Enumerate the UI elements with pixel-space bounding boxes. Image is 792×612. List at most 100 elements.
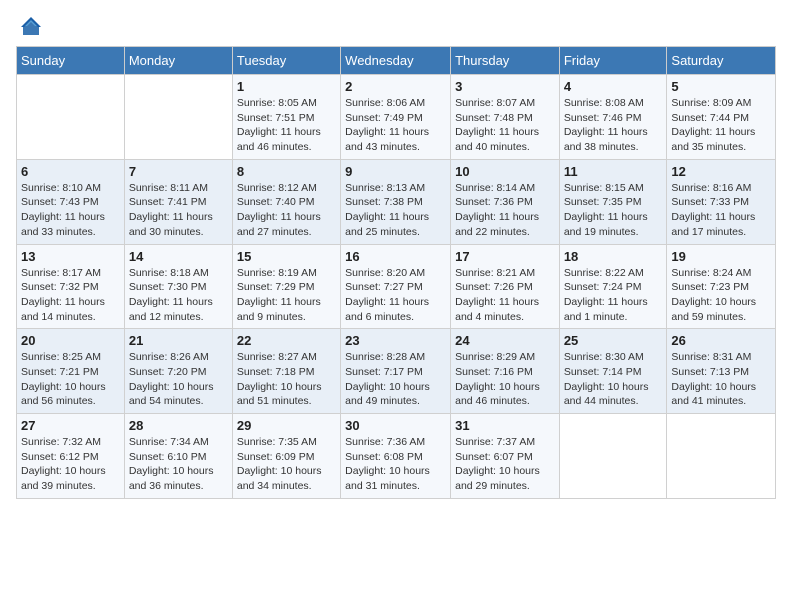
calendar-cell: 27 Sunrise: 7:32 AM Sunset: 6:12 PM Dayli…	[17, 414, 125, 499]
day-number: 15	[237, 249, 336, 264]
calendar-cell: 7 Sunrise: 8:11 AM Sunset: 7:41 PM Daylig…	[124, 159, 232, 244]
day-number: 6	[21, 164, 120, 179]
day-number: 31	[455, 418, 555, 433]
day-number: 19	[671, 249, 771, 264]
week-row-5: 27 Sunrise: 7:32 AM Sunset: 6:12 PM Dayli…	[17, 414, 776, 499]
calendar-cell: 3 Sunrise: 8:07 AM Sunset: 7:48 PM Daylig…	[451, 75, 560, 160]
calendar-cell	[559, 414, 667, 499]
calendar-cell: 28 Sunrise: 7:34 AM Sunset: 6:10 PM Dayli…	[124, 414, 232, 499]
calendar-cell: 15Sunrise: 8:19 AM Sunset: 7:29 PM Dayli…	[232, 244, 340, 329]
day-number: 3	[455, 79, 555, 94]
day-number: 4	[564, 79, 663, 94]
day-number: 29	[237, 418, 336, 433]
day-details: Sunrise: 8:07 AM Sunset: 7:48 PM Dayligh…	[455, 96, 555, 155]
day-number: 10	[455, 164, 555, 179]
calendar-cell: 2 Sunrise: 8:06 AM Sunset: 7:49 PM Daylig…	[341, 75, 451, 160]
calendar-cell: 16Sunrise: 8:20 AM Sunset: 7:27 PM Dayli…	[341, 244, 451, 329]
day-number: 7	[129, 164, 228, 179]
calendar-cell	[667, 414, 776, 499]
day-number: 11	[564, 164, 663, 179]
logo-icon	[20, 16, 42, 38]
day-details: Sunrise: 8:22 AM Sunset: 7:24 PM Dayligh…	[564, 266, 663, 325]
day-number: 27	[21, 418, 120, 433]
day-details: Sunrise: 8:24 AM Sunset: 7:23 PM Dayligh…	[671, 266, 771, 325]
day-details: Sunrise: 8:11 AM Sunset: 7:41 PM Dayligh…	[129, 181, 228, 240]
calendar-cell: 19 Sunrise: 8:24 AM Sunset: 7:23 PM Dayli…	[667, 244, 776, 329]
day-number: 24	[455, 333, 555, 348]
weekday-header-saturday: Saturday	[667, 47, 776, 75]
week-row-2: 6 Sunrise: 8:10 AM Sunset: 7:43 PM Daylig…	[17, 159, 776, 244]
day-details: Sunrise: 7:36 AM Sunset: 6:08 PM Dayligh…	[345, 435, 446, 494]
calendar-cell: 21Sunrise: 8:26 AM Sunset: 7:20 PM Dayli…	[124, 329, 232, 414]
week-row-3: 13 Sunrise: 8:17 AM Sunset: 7:32 PM Dayli…	[17, 244, 776, 329]
calendar-cell	[124, 75, 232, 160]
day-details: Sunrise: 7:34 AM Sunset: 6:10 PM Dayligh…	[129, 435, 228, 494]
day-number: 9	[345, 164, 446, 179]
day-details: Sunrise: 8:29 AM Sunset: 7:16 PM Dayligh…	[455, 350, 555, 409]
day-number: 13	[21, 249, 120, 264]
day-number: 5	[671, 79, 771, 94]
day-number: 25	[564, 333, 663, 348]
calendar-cell: 30 Sunrise: 7:36 AM Sunset: 6:08 PM Dayli…	[341, 414, 451, 499]
day-details: Sunrise: 8:09 AM Sunset: 7:44 PM Dayligh…	[671, 96, 771, 155]
calendar-cell: 18 Sunrise: 8:22 AM Sunset: 7:24 PM Dayli…	[559, 244, 667, 329]
calendar-cell: 11 Sunrise: 8:15 AM Sunset: 7:35 PM Dayli…	[559, 159, 667, 244]
calendar-cell: 29 Sunrise: 7:35 AM Sunset: 6:09 PM Dayli…	[232, 414, 340, 499]
calendar-cell: 24 Sunrise: 8:29 AM Sunset: 7:16 PM Dayli…	[451, 329, 560, 414]
weekday-header-monday: Monday	[124, 47, 232, 75]
calendar-cell: 22 Sunrise: 8:27 AM Sunset: 7:18 PM Dayli…	[232, 329, 340, 414]
calendar-cell: 31 Sunrise: 7:37 AM Sunset: 6:07 PM Dayli…	[451, 414, 560, 499]
calendar-cell: 4Sunrise: 8:08 AM Sunset: 7:46 PM Daylig…	[559, 75, 667, 160]
day-details: Sunrise: 8:30 AM Sunset: 7:14 PM Dayligh…	[564, 350, 663, 409]
day-details: Sunrise: 8:17 AM Sunset: 7:32 PM Dayligh…	[21, 266, 120, 325]
calendar-cell: 9 Sunrise: 8:13 AM Sunset: 7:38 PM Daylig…	[341, 159, 451, 244]
calendar-cell: 8 Sunrise: 8:12 AM Sunset: 7:40 PM Daylig…	[232, 159, 340, 244]
day-number: 26	[671, 333, 771, 348]
page-header	[16, 16, 776, 36]
weekday-header-row: SundayMondayTuesdayWednesdayThursdayFrid…	[17, 47, 776, 75]
day-number: 21	[129, 333, 228, 348]
weekday-header-wednesday: Wednesday	[341, 47, 451, 75]
day-number: 1	[237, 79, 336, 94]
week-row-4: 20Sunrise: 8:25 AM Sunset: 7:21 PM Dayli…	[17, 329, 776, 414]
calendar-cell: 20Sunrise: 8:25 AM Sunset: 7:21 PM Dayli…	[17, 329, 125, 414]
calendar-cell: 25 Sunrise: 8:30 AM Sunset: 7:14 PM Dayli…	[559, 329, 667, 414]
day-details: Sunrise: 8:18 AM Sunset: 7:30 PM Dayligh…	[129, 266, 228, 325]
day-details: Sunrise: 8:12 AM Sunset: 7:40 PM Dayligh…	[237, 181, 336, 240]
day-details: Sunrise: 8:13 AM Sunset: 7:38 PM Dayligh…	[345, 181, 446, 240]
calendar-cell: 12Sunrise: 8:16 AM Sunset: 7:33 PM Dayli…	[667, 159, 776, 244]
day-number: 16	[345, 249, 446, 264]
day-number: 2	[345, 79, 446, 94]
weekday-header-tuesday: Tuesday	[232, 47, 340, 75]
day-number: 14	[129, 249, 228, 264]
day-details: Sunrise: 7:37 AM Sunset: 6:07 PM Dayligh…	[455, 435, 555, 494]
calendar-cell: 26 Sunrise: 8:31 AM Sunset: 7:13 PM Dayli…	[667, 329, 776, 414]
calendar-cell: 6 Sunrise: 8:10 AM Sunset: 7:43 PM Daylig…	[17, 159, 125, 244]
day-number: 22	[237, 333, 336, 348]
day-number: 18	[564, 249, 663, 264]
calendar-table: SundayMondayTuesdayWednesdayThursdayFrid…	[16, 46, 776, 499]
day-details: Sunrise: 7:32 AM Sunset: 6:12 PM Dayligh…	[21, 435, 120, 494]
day-number: 17	[455, 249, 555, 264]
day-details: Sunrise: 8:06 AM Sunset: 7:49 PM Dayligh…	[345, 96, 446, 155]
day-details: Sunrise: 8:14 AM Sunset: 7:36 PM Dayligh…	[455, 181, 555, 240]
day-details: Sunrise: 8:27 AM Sunset: 7:18 PM Dayligh…	[237, 350, 336, 409]
day-number: 23	[345, 333, 446, 348]
calendar-cell: 17 Sunrise: 8:21 AM Sunset: 7:26 PM Dayli…	[451, 244, 560, 329]
day-details: Sunrise: 8:21 AM Sunset: 7:26 PM Dayligh…	[455, 266, 555, 325]
day-number: 8	[237, 164, 336, 179]
day-details: Sunrise: 8:10 AM Sunset: 7:43 PM Dayligh…	[21, 181, 120, 240]
day-details: Sunrise: 8:28 AM Sunset: 7:17 PM Dayligh…	[345, 350, 446, 409]
calendar-cell: 23 Sunrise: 8:28 AM Sunset: 7:17 PM Dayli…	[341, 329, 451, 414]
day-details: Sunrise: 8:31 AM Sunset: 7:13 PM Dayligh…	[671, 350, 771, 409]
weekday-header-sunday: Sunday	[17, 47, 125, 75]
day-details: Sunrise: 8:16 AM Sunset: 7:33 PM Dayligh…	[671, 181, 771, 240]
calendar-cell	[17, 75, 125, 160]
day-number: 28	[129, 418, 228, 433]
calendar-cell: 1Sunrise: 8:05 AM Sunset: 7:51 PM Daylig…	[232, 75, 340, 160]
day-details: Sunrise: 7:35 AM Sunset: 6:09 PM Dayligh…	[237, 435, 336, 494]
day-details: Sunrise: 8:15 AM Sunset: 7:35 PM Dayligh…	[564, 181, 663, 240]
calendar-cell: 5 Sunrise: 8:09 AM Sunset: 7:44 PM Daylig…	[667, 75, 776, 160]
calendar-cell: 10 Sunrise: 8:14 AM Sunset: 7:36 PM Dayli…	[451, 159, 560, 244]
day-number: 30	[345, 418, 446, 433]
